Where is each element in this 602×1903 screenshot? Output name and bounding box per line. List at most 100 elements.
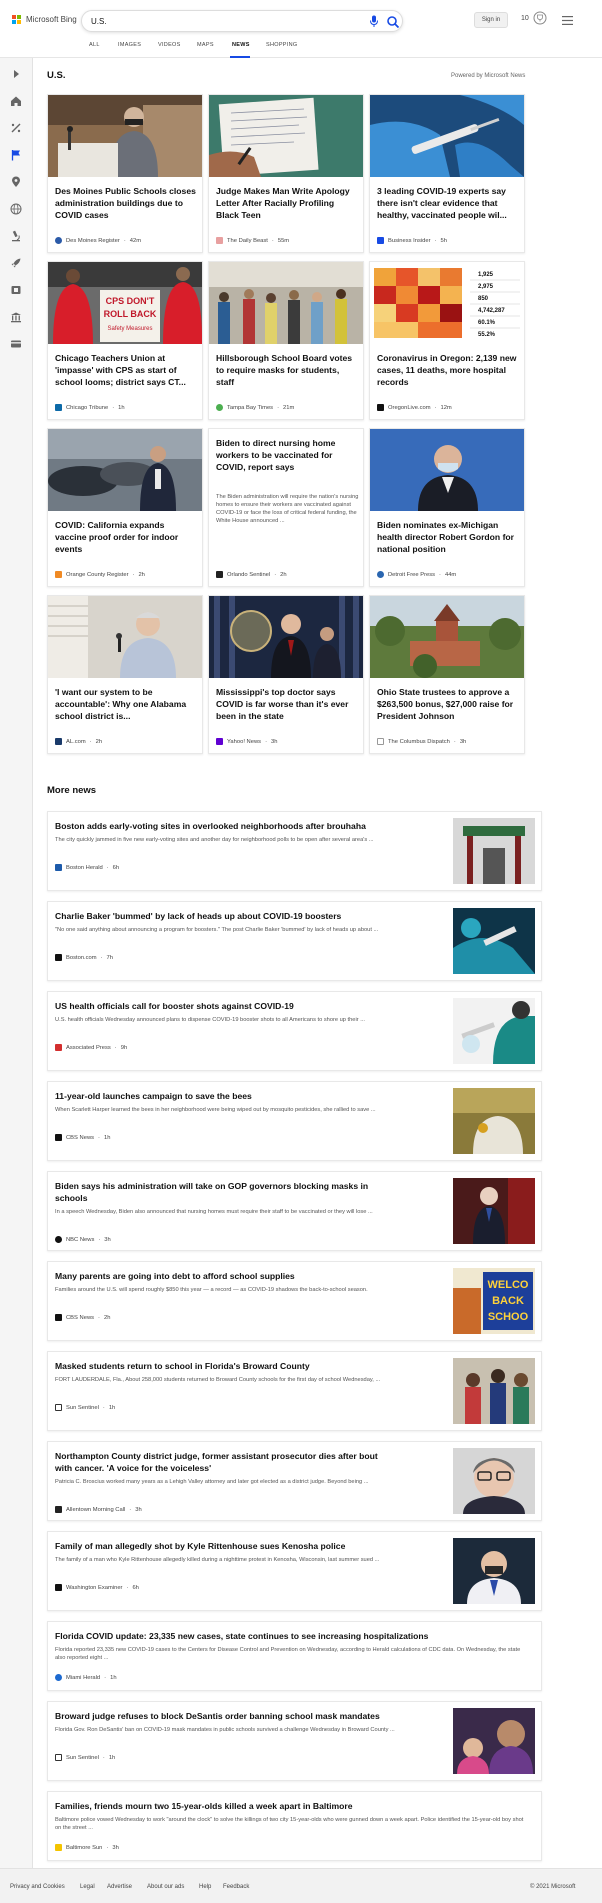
card-title[interactable]: Ohio State trustees to approve a $263,50… bbox=[377, 686, 519, 722]
news-item-title[interactable]: Many parents are going into debt to affo… bbox=[55, 1270, 390, 1282]
film-icon[interactable] bbox=[10, 284, 22, 296]
news-card[interactable]: CPS DON'T ROLL BACK Safety Measures Chic… bbox=[47, 261, 203, 420]
card-title[interactable]: Chicago Teachers Union at 'impasse' with… bbox=[55, 352, 197, 388]
pin-icon[interactable] bbox=[10, 176, 22, 188]
news-card[interactable]: 'I want our system to be accountable': W… bbox=[47, 595, 203, 754]
copyright: © 2021 Microsoft bbox=[530, 1884, 576, 1890]
bing-logo[interactable]: Microsoft Bing bbox=[12, 15, 77, 24]
news-list-item[interactable]: Family of man allegedly shot by Kyle Rit… bbox=[47, 1531, 542, 1611]
rewards-points[interactable]: 10 bbox=[521, 15, 529, 22]
card-title[interactable]: 3 leading COVID-19 experts say there isn… bbox=[377, 185, 519, 221]
news-list-item[interactable]: Masked students return to school in Flor… bbox=[47, 1351, 542, 1431]
card-source: Tampa Bay Times · 21m bbox=[216, 404, 294, 411]
card-title[interactable]: Judge Makes Man Write Apology Letter Aft… bbox=[216, 185, 358, 221]
card-title[interactable]: 'I want our system to be accountable': W… bbox=[55, 686, 197, 722]
card-title[interactable]: Coronavirus in Oregon: 2,139 new cases, … bbox=[377, 352, 519, 388]
source-logo-icon bbox=[55, 864, 62, 871]
news-card[interactable]: Biden nominates ex-Michigan health direc… bbox=[369, 428, 525, 587]
card-title[interactable]: Biden to direct nursing home workers to … bbox=[216, 437, 358, 473]
globe-icon[interactable] bbox=[10, 203, 22, 215]
card-image: 1,925 2,975 850 4,742,287 60.1% 55.2% bbox=[370, 262, 524, 344]
microscope-icon[interactable] bbox=[10, 230, 22, 242]
footer-link-feedback[interactable]: Feedback bbox=[223, 1884, 249, 1890]
news-card[interactable]: COVID: California expands vaccine proof … bbox=[47, 428, 203, 587]
hamburger-icon[interactable] bbox=[562, 16, 573, 25]
news-item-title[interactable]: US health officials call for booster sho… bbox=[55, 1000, 390, 1012]
card-title[interactable]: COVID: California expands vaccine proof … bbox=[55, 519, 197, 555]
footer-link-about-ads[interactable]: About our ads bbox=[147, 1884, 184, 1890]
news-list-item[interactable]: Broward judge refuses to block DeSantis … bbox=[47, 1701, 542, 1781]
news-card[interactable]: 1,925 2,975 850 4,742,287 60.1% 55.2% Co… bbox=[369, 261, 525, 420]
card-source: Detroit Free Press · 44m bbox=[377, 571, 456, 578]
tab-maps[interactable]: MAPS bbox=[197, 42, 214, 48]
news-item-source: Boston Herald · 6h bbox=[55, 864, 119, 871]
card-image bbox=[209, 262, 363, 344]
search-icon[interactable] bbox=[386, 15, 400, 29]
card-title[interactable]: Hillsborough School Board votes to requi… bbox=[216, 352, 358, 388]
source-logo-icon bbox=[55, 1506, 62, 1513]
news-item-snippet: FORT LAUDERDALE, Fla., About 258,000 stu… bbox=[55, 1377, 381, 1383]
news-list-item[interactable]: 11-year-old launches campaign to save th… bbox=[47, 1081, 542, 1161]
card-source: Orlando Sentinel · 2h bbox=[216, 571, 287, 578]
news-item-title[interactable]: Boston adds early-voting sites in overlo… bbox=[55, 820, 390, 832]
stat-value: 2,975 bbox=[478, 284, 494, 290]
news-card[interactable]: 3 leading COVID-19 experts say there isn… bbox=[369, 94, 525, 253]
news-item-title[interactable]: Family of man allegedly shot by Kyle Rit… bbox=[55, 1540, 390, 1552]
news-item-title[interactable]: Families, friends mourn two 15-year-olds… bbox=[55, 1800, 530, 1812]
news-item-title[interactable]: Charlie Baker 'bummed' by lack of heads … bbox=[55, 910, 390, 922]
news-list-item[interactable]: US health officials call for booster sho… bbox=[47, 991, 542, 1071]
search-input[interactable] bbox=[91, 15, 341, 28]
news-card[interactable]: Des Moines Public Schools closes adminis… bbox=[47, 94, 203, 253]
news-item-title[interactable]: Florida COVID update: 23,335 new cases, … bbox=[55, 1630, 530, 1642]
news-item-source: Washington Examiner · 6h bbox=[55, 1584, 139, 1591]
news-item-snippet: Baltimore police vowed Wednesday to work… bbox=[55, 1817, 524, 1831]
news-card[interactable]: Mississippi's top doctor says COVID is f… bbox=[208, 595, 364, 754]
tab-shopping[interactable]: SHOPPING bbox=[266, 42, 297, 48]
news-item-title[interactable]: Masked students return to school in Flor… bbox=[55, 1360, 390, 1372]
trophy-icon[interactable] bbox=[533, 11, 547, 27]
source-logo-icon bbox=[216, 404, 223, 411]
news-card[interactable]: Biden to direct nursing home workers to … bbox=[208, 428, 364, 587]
sign-in-button[interactable]: Sign in bbox=[474, 12, 508, 28]
tab-news[interactable]: NEWS bbox=[232, 42, 250, 48]
news-item-snippet: The family of a man who Kyle Rittenhouse… bbox=[55, 1557, 380, 1563]
stat-value: 850 bbox=[478, 296, 489, 302]
footer-link-legal[interactable]: Legal bbox=[80, 1884, 95, 1890]
card-icon[interactable] bbox=[10, 338, 22, 350]
bank-icon[interactable] bbox=[10, 311, 22, 323]
home-icon[interactable] bbox=[10, 95, 22, 107]
news-list-item[interactable]: Charlie Baker 'bummed' by lack of heads … bbox=[47, 901, 542, 981]
news-card[interactable]: Hillsborough School Board votes to requi… bbox=[208, 261, 364, 420]
news-list-item[interactable]: Florida COVID update: 23,335 new cases, … bbox=[47, 1621, 542, 1691]
flag-icon[interactable] bbox=[10, 149, 22, 161]
news-item-source: Associated Press · 9h bbox=[55, 1044, 127, 1051]
news-list-item[interactable]: Biden says his administration will take … bbox=[47, 1171, 542, 1251]
news-item-title[interactable]: Biden says his administration will take … bbox=[55, 1180, 390, 1204]
news-list-item[interactable]: Many parents are going into debt to affo… bbox=[47, 1261, 542, 1341]
page-footer: Privacy and Cookies Legal Advertise Abou… bbox=[0, 1868, 602, 1903]
microphone-icon[interactable] bbox=[368, 15, 380, 28]
card-image bbox=[48, 596, 202, 678]
news-card[interactable]: Judge Makes Man Write Apology Letter Aft… bbox=[208, 94, 364, 253]
tab-all[interactable]: ALL bbox=[89, 42, 100, 48]
card-title[interactable]: Biden nominates ex-Michigan health direc… bbox=[377, 519, 519, 555]
card-title[interactable]: Mississippi's top doctor says COVID is f… bbox=[216, 686, 358, 722]
rocket-icon[interactable] bbox=[10, 257, 22, 269]
scale-icon[interactable] bbox=[10, 122, 22, 134]
news-item-title[interactable]: 11-year-old launches campaign to save th… bbox=[55, 1090, 390, 1102]
chevron-right-icon[interactable] bbox=[10, 68, 22, 80]
news-list-item[interactable]: Families, friends mourn two 15-year-olds… bbox=[47, 1791, 542, 1861]
news-item-title[interactable]: Northampton County district judge, forme… bbox=[55, 1450, 390, 1474]
news-list-item[interactable]: Boston adds early-voting sites in overlo… bbox=[47, 811, 542, 891]
news-item-thumbnail bbox=[453, 1088, 535, 1154]
news-item-title[interactable]: Broward judge refuses to block DeSantis … bbox=[55, 1710, 390, 1722]
news-list-item[interactable]: Northampton County district judge, forme… bbox=[47, 1441, 542, 1521]
news-card[interactable]: Ohio State trustees to approve a $263,50… bbox=[369, 595, 525, 754]
footer-link-privacy[interactable]: Privacy and Cookies bbox=[10, 1884, 65, 1890]
footer-link-help[interactable]: Help bbox=[199, 1884, 211, 1890]
news-item-snippet: In a speech Wednesday, Biden also announ… bbox=[55, 1209, 373, 1215]
card-title[interactable]: Des Moines Public Schools closes adminis… bbox=[55, 185, 197, 221]
tab-images[interactable]: IMAGES bbox=[118, 42, 141, 48]
footer-link-advertise[interactable]: Advertise bbox=[107, 1884, 132, 1890]
tab-videos[interactable]: VIDEOS bbox=[158, 42, 181, 48]
